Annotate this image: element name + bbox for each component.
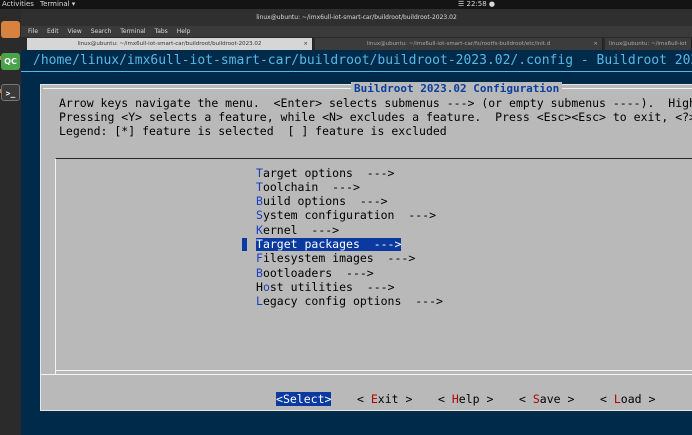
button-hotkey: H: [451, 392, 459, 406]
button-hotkey: S: [282, 392, 290, 406]
menu-tabs[interactable]: Tabs: [155, 28, 168, 35]
menu-item-label: ootloaders --->: [262, 266, 374, 280]
menu-item-hotkey: S: [256, 208, 263, 222]
config-path-line: /home/linux/imx6ull-iot-smart-car/buildr…: [33, 53, 692, 68]
help-line-3: Legend: [*] feature is selected [ ] feat…: [59, 124, 447, 138]
button-hotkey: S: [532, 392, 540, 406]
tab-label: linux@ubuntu: ~/imx6ull-iot: [609, 41, 687, 47]
menu-item-bootloaders[interactable]: Bootloaders --->: [256, 267, 374, 280]
tab-buildroot[interactable]: linux@ubuntu: ~/imx6ull-iot-smart-car/bu…: [27, 38, 313, 50]
menu-item-target-options[interactable]: Target options --->: [256, 167, 395, 180]
menu-item-hotkey: K: [256, 223, 263, 237]
tab-bar: linux@ubuntu: ~/imx6ull-iot-smart-car/bu…: [21, 37, 692, 50]
menu-item-hotkey: F: [256, 251, 263, 265]
menu-item-hotkey: L: [256, 294, 263, 308]
menu-item-toolchain[interactable]: Toolchain --->: [256, 181, 360, 194]
button-prefix: <: [519, 392, 533, 406]
menu-item-label: ernel --->: [262, 223, 340, 237]
terminal-app-icon[interactable]: >_: [1, 84, 20, 101]
button-prefix: <: [276, 392, 283, 406]
menu-list-box: Target options ---> Toolchain ---> Build…: [55, 158, 692, 374]
load-button[interactable]: < Load >: [600, 392, 655, 406]
terminal-icon-label: >_: [5, 89, 16, 98]
qt-icon-label: QC: [4, 57, 17, 66]
help-line-1: Arrow keys navigate the menu. <Enter> se…: [59, 96, 692, 110]
close-icon[interactable]: ×: [593, 38, 598, 50]
menu-item-label: uild options --->: [262, 194, 388, 208]
menu-item-hotkey: B: [256, 194, 263, 208]
terminal-view[interactable]: /home/linux/imx6ull-iot-smart-car/buildr…: [21, 50, 692, 435]
menu-item-label: ystem configuration --->: [262, 208, 437, 222]
menu-item-hotkey: T: [256, 180, 263, 194]
button-label: elect>: [289, 392, 332, 406]
menu-item-host-utilities[interactable]: Host utilities --->: [256, 281, 395, 294]
qt-creator-icon[interactable]: QC: [1, 53, 20, 70]
menu-item-system-configuration[interactable]: System configuration --->: [256, 209, 436, 222]
menu-item-filesystem-images[interactable]: Filesystem images --->: [256, 252, 415, 265]
button-prefix: <: [438, 392, 452, 406]
menu-file[interactable]: File: [28, 28, 38, 35]
button-label: xit >: [377, 392, 413, 406]
menu-edit[interactable]: Edit: [47, 28, 59, 35]
dock: QC >_: [0, 9, 21, 435]
menu-item-label: st utilities --->: [269, 280, 395, 294]
menu-view[interactable]: View: [68, 28, 82, 35]
menu-help[interactable]: Help: [177, 28, 191, 35]
menu-item-label: arget packages --->: [262, 237, 402, 251]
save-button[interactable]: < Save >: [519, 392, 574, 406]
button-row-separator: [41, 374, 692, 375]
menu-search[interactable]: Search: [91, 28, 112, 35]
menuconfig-dialog: Buildroot 2023.02 Configuration Arrow ke…: [40, 82, 692, 411]
menu-bar: File Edit View Search Terminal Tabs Help: [21, 26, 692, 37]
app-menu-terminal[interactable]: Terminal ▾: [40, 0, 75, 9]
menu-terminal[interactable]: Terminal: [120, 28, 145, 35]
dialog-title: Buildroot 2023.02 Configuration: [351, 82, 563, 95]
button-label: ave >: [539, 392, 575, 406]
close-icon[interactable]: ×: [303, 38, 308, 50]
button-label: elp >: [458, 392, 494, 406]
button-hotkey: E: [370, 392, 378, 406]
selection-marker: [242, 238, 247, 251]
help-line-2: Pressing <Y> selects a feature, while <N…: [59, 110, 692, 124]
menu-item-hotkey: o: [262, 280, 270, 294]
menu-item-hotkey: B: [256, 266, 263, 280]
window-title: linux@ubuntu: ~/imx6ull-iot-smart-car/bu…: [21, 9, 692, 26]
files-app-icon[interactable]: [1, 21, 20, 38]
tab-third[interactable]: linux@ubuntu: ~/imx6ull-iot: [605, 38, 692, 50]
menu-item-label: arget options --->: [262, 166, 395, 180]
menu-item-target-packages[interactable]: Target packages --->: [256, 237, 402, 251]
menu-item-label: oolchain --->: [262, 180, 360, 194]
menu-item-legacy-config-options[interactable]: Legacy config options --->: [256, 295, 443, 308]
tab-label: linux@ubuntu: ~/imx6ull-iot-smart-car/bu…: [77, 41, 262, 47]
select-button[interactable]: <Select>: [276, 392, 332, 406]
button-prefix: <: [600, 392, 614, 406]
menu-item-hotkey: T: [256, 237, 263, 251]
button-hotkey: L: [613, 392, 621, 406]
menu-item-hotkey: T: [256, 166, 263, 180]
menu-item-prefix: H: [256, 280, 263, 294]
tab-initd[interactable]: linux@ubuntu: ~/imx6ull-iot-smart-car/fs…: [315, 38, 603, 50]
menu-item-label: egacy config options --->: [262, 294, 443, 308]
menu-item-build-options[interactable]: Build options --->: [256, 195, 388, 208]
menu-item-label: ilesystem images --->: [262, 251, 416, 265]
menu-box-bottom-border: [56, 370, 692, 371]
clock[interactable]: ☰ 22:58 ●: [458, 0, 495, 9]
button-label: oad >: [620, 392, 656, 406]
help-button[interactable]: < Help >: [438, 392, 493, 406]
button-prefix: <: [357, 392, 371, 406]
gnome-top-bar: Activities Terminal ▾ ☰ 22:58 ●: [0, 0, 692, 9]
menu-item-kernel[interactable]: Kernel --->: [256, 224, 339, 237]
path-separator: [21, 71, 692, 72]
exit-button[interactable]: < Exit >: [357, 392, 412, 406]
tab-label: linux@ubuntu: ~/imx6ull-iot-smart-car/fs…: [366, 41, 551, 47]
activities-button[interactable]: Activities: [2, 0, 34, 9]
